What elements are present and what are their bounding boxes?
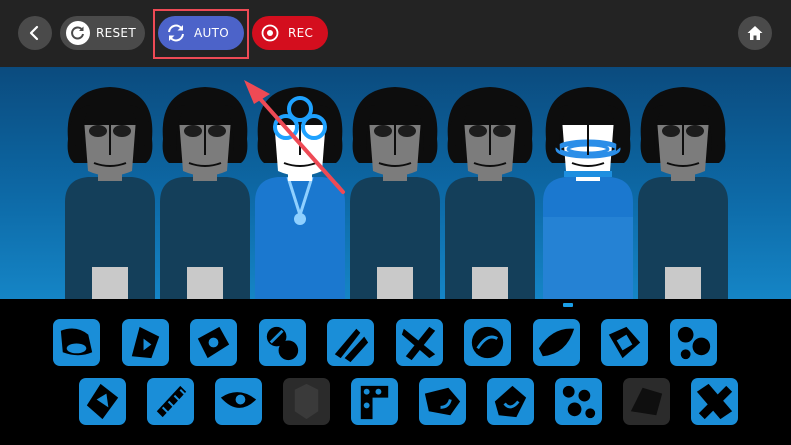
sound-icon-16-glyph: [424, 387, 461, 416]
back-button[interactable]: [18, 16, 52, 50]
sound-icon-3-glyph: [197, 326, 230, 359]
sound-icon-1[interactable]: [53, 319, 100, 366]
reset-label: RESET: [96, 26, 136, 40]
sound-icon-13-glyph: [220, 392, 257, 408]
sound-icon-9-glyph: [608, 326, 641, 359]
home-icon: [747, 26, 763, 40]
sound-icon-11-glyph: [86, 383, 119, 420]
sound-icon-12-glyph: [156, 385, 187, 418]
sound-icon-4-glyph: [266, 326, 298, 361]
sound-icon-12[interactable]: [147, 378, 194, 425]
sound-icon-17[interactable]: [487, 378, 534, 425]
sound-icon-19-glyph: [630, 387, 663, 416]
sound-icon-5-glyph: [334, 328, 369, 363]
sound-icon-8[interactable]: [532, 319, 580, 366]
sound-icon-4[interactable]: [258, 319, 306, 366]
home-button[interactable]: [738, 16, 772, 50]
sound-icon-20-glyph: [696, 383, 733, 420]
performer-6[interactable]: [543, 87, 633, 299]
sound-icon-10[interactable]: [669, 319, 717, 366]
sound-icon-5[interactable]: [327, 319, 374, 366]
sound-icon-2-glyph: [131, 326, 159, 359]
sound-icon-6[interactable]: [395, 319, 443, 366]
sound-icon-17-glyph: [494, 385, 527, 418]
sound-icon-6-glyph: [401, 326, 435, 361]
active-indicator: [563, 303, 573, 307]
sound-icon-19[interactable]: [623, 378, 670, 425]
top-bar: RESET AUTO REC: [0, 0, 791, 67]
sound-icon-16[interactable]: [419, 378, 466, 425]
rotate-icon: [66, 21, 90, 45]
performer-3[interactable]: [255, 87, 345, 299]
reset-button[interactable]: RESET: [60, 16, 145, 50]
sound-icon-11[interactable]: [79, 378, 126, 425]
sound-icon-2[interactable]: [121, 319, 169, 366]
sound-icon-18[interactable]: [555, 378, 602, 425]
auto-highlight-box: [153, 9, 249, 59]
performer-4[interactable]: [350, 87, 440, 299]
rec-button[interactable]: REC: [252, 16, 328, 50]
performer-1[interactable]: [65, 87, 155, 299]
performers-svg: [65, 87, 728, 299]
stage: [0, 67, 791, 299]
performer-2[interactable]: [160, 87, 250, 299]
chevron-left-icon: [29, 25, 39, 41]
performer-5[interactable]: [445, 87, 535, 299]
sound-icon-9[interactable]: [601, 319, 648, 366]
sound-icon-3[interactable]: [190, 319, 237, 366]
performer-7[interactable]: [638, 87, 728, 299]
rec-label: REC: [288, 26, 314, 40]
sound-icon-14[interactable]: [283, 378, 330, 425]
sound-icon-1-glyph: [60, 328, 93, 356]
sound-icon-18-glyph: [562, 385, 596, 419]
sound-icon-14-glyph: [294, 383, 319, 420]
sound-icon-15[interactable]: [351, 378, 398, 425]
sound-icon-8-glyph: [538, 328, 574, 357]
sound-icon-7-glyph: [471, 326, 504, 359]
sound-icon-10-glyph: [677, 326, 710, 360]
record-icon: [258, 21, 282, 45]
sound-icon-7[interactable]: [464, 319, 511, 366]
sound-icon-13[interactable]: [215, 378, 262, 425]
sound-icon-20[interactable]: [691, 378, 738, 425]
sound-icon-15-glyph: [360, 385, 389, 420]
